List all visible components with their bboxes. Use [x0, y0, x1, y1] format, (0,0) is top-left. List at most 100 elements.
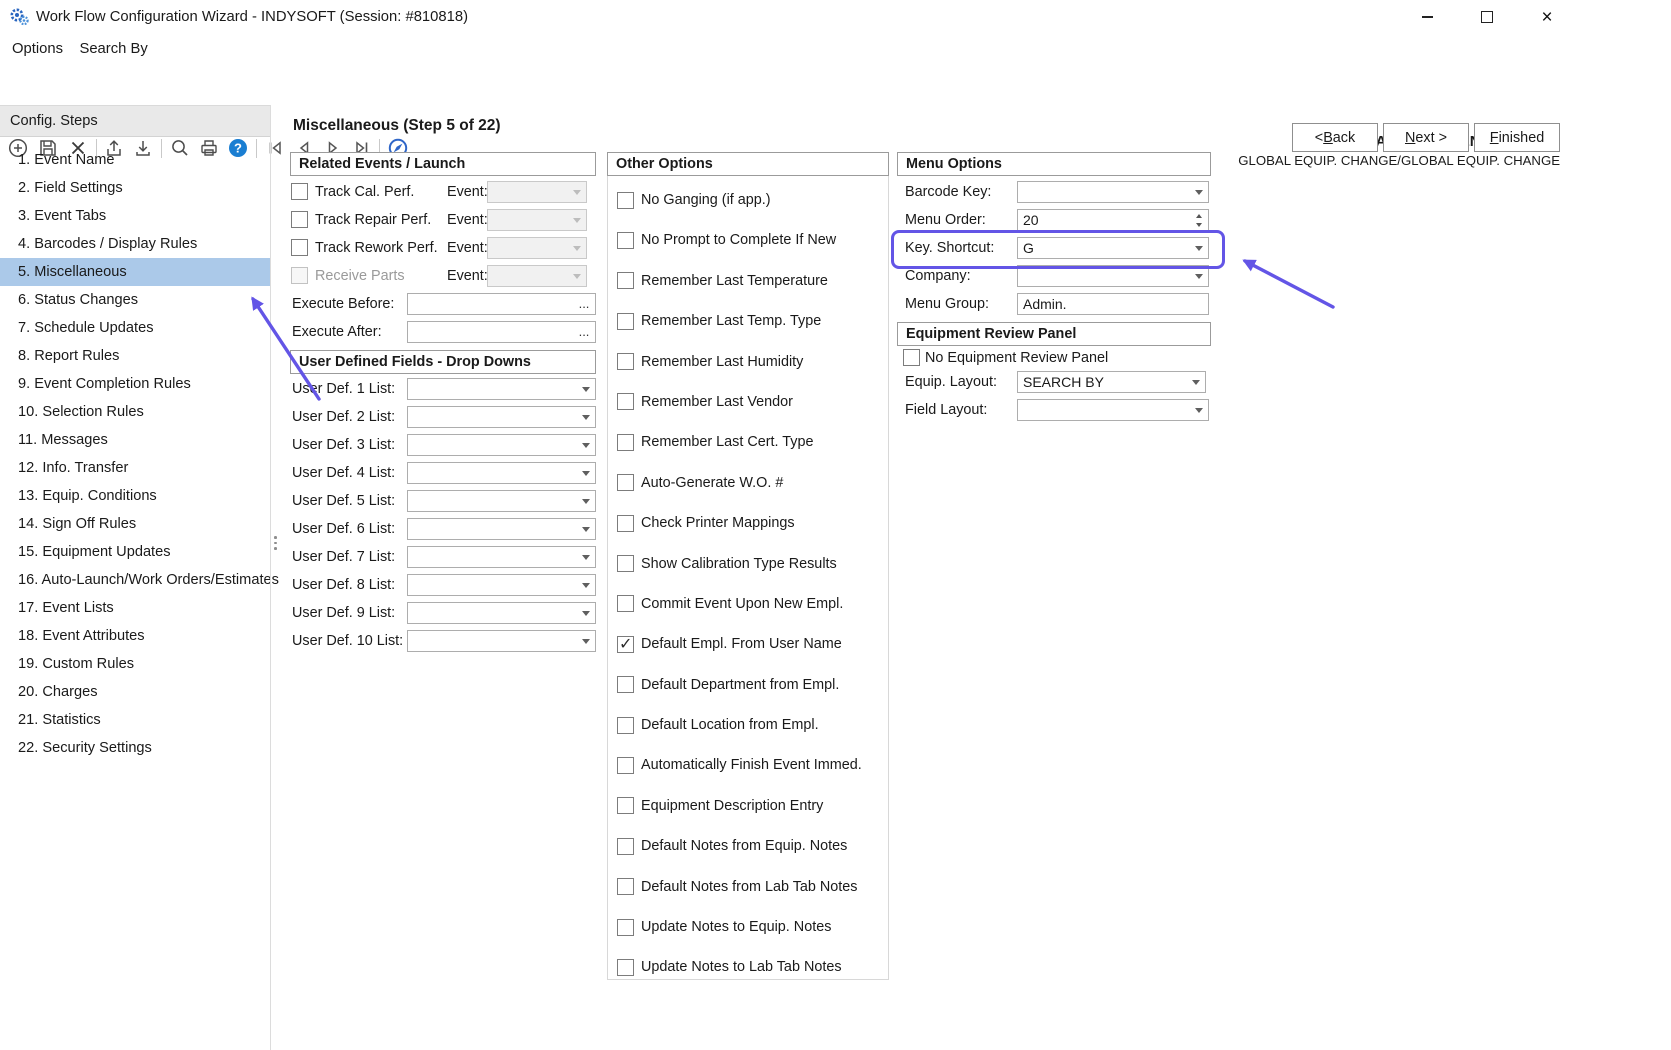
- title-bar: Work Flow Configuration Wizard - INDYSOF…: [0, 0, 1671, 35]
- chevron-down-icon[interactable]: [1187, 373, 1204, 391]
- user-def-dropdown[interactable]: [407, 406, 596, 428]
- chevron-down-icon[interactable]: [568, 267, 585, 285]
- execute-after-input[interactable]: ...: [407, 321, 596, 343]
- user-def-dropdown[interactable]: [407, 518, 596, 540]
- next-button[interactable]: Next >: [1383, 123, 1469, 152]
- sidebar-item[interactable]: 10. Selection Rules: [0, 398, 270, 426]
- checkbox-label[interactable]: Track Rework Perf.: [315, 234, 438, 262]
- sidebar-item[interactable]: 12. Info. Transfer: [0, 454, 270, 482]
- user-def-dropdown[interactable]: [407, 378, 596, 400]
- browse-button[interactable]: ...: [574, 295, 594, 313]
- sidebar-item[interactable]: 2. Field Settings: [0, 174, 270, 202]
- sidebar-item[interactable]: 13. Equip. Conditions: [0, 482, 270, 510]
- execute-before-input[interactable]: ...: [407, 293, 596, 315]
- sidebar-item[interactable]: 9. Event Completion Rules: [0, 370, 270, 398]
- sidebar-item[interactable]: 18. Event Attributes: [0, 622, 270, 650]
- chevron-down-icon[interactable]: [577, 520, 594, 538]
- sidebar-item[interactable]: 4. Barcodes / Display Rules: [0, 230, 270, 258]
- back-button[interactable]: < Back: [1292, 123, 1378, 152]
- chevron-down-icon[interactable]: [577, 604, 594, 622]
- sidebar-item-miscellaneous-selected[interactable]: 5. Miscellaneous: [0, 258, 270, 286]
- track-rework-perf-checkbox[interactable]: [291, 239, 308, 256]
- company-dropdown[interactable]: [1017, 265, 1209, 287]
- user-def-dropdown[interactable]: [407, 462, 596, 484]
- user-def-label: User Def. 1 List:: [292, 375, 395, 403]
- checkbox-label[interactable]: No Equipment Review Panel: [925, 346, 1108, 370]
- chevron-down-icon[interactable]: [577, 408, 594, 426]
- sidebar-item[interactable]: 6. Status Changes: [0, 286, 270, 314]
- no-equipment-review-checkbox[interactable]: [903, 349, 920, 366]
- menu-options[interactable]: Options: [6, 34, 69, 64]
- user-def-dropdown[interactable]: [407, 602, 596, 624]
- minimize-button[interactable]: [1398, 0, 1456, 34]
- chevron-down-icon[interactable]: [577, 548, 594, 566]
- equipment-review-header: Equipment Review Panel: [897, 322, 1211, 346]
- sidebar-item[interactable]: 7. Schedule Updates: [0, 314, 270, 342]
- menu-search-by[interactable]: Search By: [73, 34, 153, 64]
- barcode-key-dropdown[interactable]: [1017, 181, 1209, 203]
- chevron-down-icon[interactable]: [1190, 267, 1207, 285]
- chevron-down-icon[interactable]: [577, 492, 594, 510]
- related-events-rows: Track Cal. Perf. Event: Track Repair Per…: [290, 178, 596, 346]
- checkbox-label[interactable]: Track Cal. Perf.: [315, 178, 414, 206]
- maximize-button[interactable]: [1458, 0, 1516, 34]
- other-options-header: Other Options: [607, 152, 889, 176]
- chevron-down-icon[interactable]: [1190, 183, 1207, 201]
- splitter-handle[interactable]: [272, 536, 279, 550]
- key-shortcut-dropdown[interactable]: G: [1017, 237, 1209, 259]
- chevron-down-icon[interactable]: [1190, 239, 1207, 257]
- sidebar-item[interactable]: 20. Charges: [0, 678, 270, 706]
- track-cal-perf-checkbox[interactable]: [291, 183, 308, 200]
- sidebar-item[interactable]: 1. Event Name: [0, 146, 270, 174]
- field-layout-dropdown[interactable]: [1017, 399, 1209, 421]
- spinner-buttons[interactable]: [1191, 211, 1207, 229]
- event-dropdown[interactable]: [487, 265, 587, 287]
- event-dropdown[interactable]: [487, 209, 587, 231]
- finished-button[interactable]: Finished: [1474, 123, 1560, 152]
- spinner-down-icon[interactable]: [1191, 220, 1207, 229]
- sidebar-item[interactable]: 19. Custom Rules: [0, 650, 270, 678]
- chevron-down-icon[interactable]: [577, 632, 594, 650]
- sidebar-item[interactable]: 8. Report Rules: [0, 342, 270, 370]
- sidebar-item[interactable]: 14. Sign Off Rules: [0, 510, 270, 538]
- event-dropdown[interactable]: [487, 237, 587, 259]
- sidebar-item[interactable]: 17. Event Lists: [0, 594, 270, 622]
- related-event-row: Receive Parts Event:: [290, 262, 596, 290]
- menu-group-input[interactable]: Admin.: [1017, 293, 1209, 315]
- equip-layout-label: Equip. Layout:: [905, 368, 997, 396]
- chevron-down-icon[interactable]: [577, 576, 594, 594]
- browse-button[interactable]: ...: [574, 323, 594, 341]
- user-def-dropdown[interactable]: [407, 434, 596, 456]
- user-def-row: User Def. 8 List:: [290, 571, 596, 599]
- chevron-down-icon[interactable]: [568, 183, 585, 201]
- user-def-dropdown[interactable]: [407, 574, 596, 596]
- sidebar-item[interactable]: 15. Equipment Updates: [0, 538, 270, 566]
- sidebar-item[interactable]: 22. Security Settings: [0, 734, 270, 762]
- spinner-up-icon[interactable]: [1191, 211, 1207, 220]
- sidebar-item[interactable]: 16. Auto-Launch/Work Orders/Estimates: [0, 566, 270, 594]
- user-def-dropdown[interactable]: [407, 490, 596, 512]
- chevron-down-icon[interactable]: [568, 239, 585, 257]
- track-repair-perf-checkbox[interactable]: [291, 211, 308, 228]
- close-button[interactable]: ×: [1518, 0, 1576, 34]
- menu-order-label: Menu Order:: [905, 206, 986, 234]
- chevron-down-icon[interactable]: [577, 380, 594, 398]
- user-def-dropdown[interactable]: [407, 630, 596, 652]
- key-shortcut-label: Key. Shortcut:: [905, 234, 994, 262]
- menu-bar: Options Search By: [0, 34, 1671, 64]
- sidebar-item[interactable]: 11. Messages: [0, 426, 270, 454]
- checkbox-label: Receive Parts: [315, 262, 405, 290]
- menu-order-spinner[interactable]: 20: [1017, 209, 1209, 231]
- sidebar-item[interactable]: 21. Statistics: [0, 706, 270, 734]
- chevron-down-icon[interactable]: [577, 436, 594, 454]
- sidebar-item[interactable]: 3. Event Tabs: [0, 202, 270, 230]
- chevron-down-icon[interactable]: [568, 211, 585, 229]
- company-row: Company:: [897, 262, 1211, 290]
- user-def-label: User Def. 5 List:: [292, 487, 395, 515]
- equip-layout-dropdown[interactable]: SEARCH BY: [1017, 371, 1206, 393]
- chevron-down-icon[interactable]: [577, 464, 594, 482]
- chevron-down-icon[interactable]: [1190, 401, 1207, 419]
- checkbox-label[interactable]: Track Repair Perf.: [315, 206, 431, 234]
- event-dropdown[interactable]: [487, 181, 587, 203]
- user-def-dropdown[interactable]: [407, 546, 596, 568]
